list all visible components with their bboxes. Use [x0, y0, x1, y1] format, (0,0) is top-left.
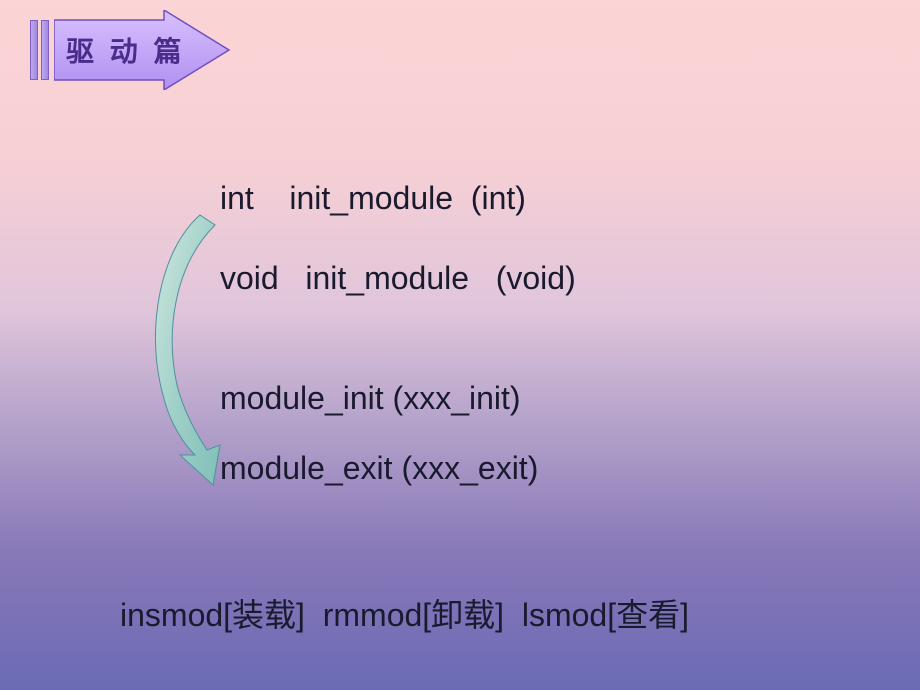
commands-line: insmod[装载] rmmod[卸载] lsmod[查看] — [120, 590, 689, 636]
header-bar-2 — [41, 20, 49, 80]
header-title-arrow: 驱 动 篇 — [54, 20, 234, 80]
header-bar-1 — [30, 20, 38, 80]
curved-arrow-icon — [145, 210, 235, 490]
header-bars — [30, 20, 49, 80]
code-line-4: module_exit (xxx_exit) — [220, 450, 538, 487]
code-line-3: module_init (xxx_init) — [220, 380, 521, 417]
code-line-2: void init_module (void) — [220, 260, 576, 297]
header-arrow-group: 驱 动 篇 — [30, 20, 234, 80]
code-line-1: int init_module (int) — [220, 180, 526, 217]
header-title-text: 驱 动 篇 — [66, 30, 186, 70]
